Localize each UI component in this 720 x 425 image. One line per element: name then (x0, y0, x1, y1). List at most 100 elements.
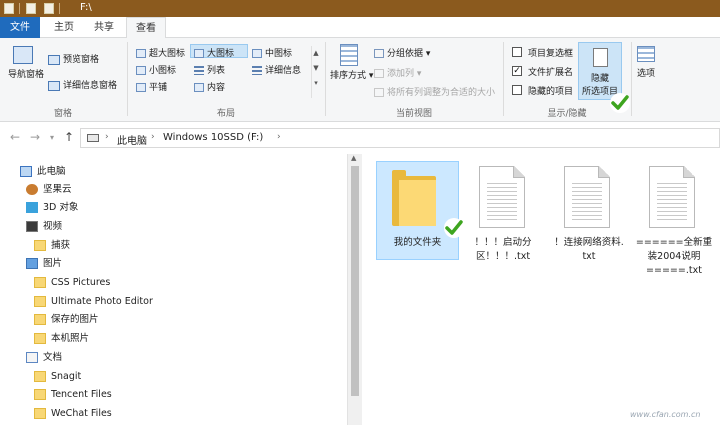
scroll-up-icon[interactable]: ▲ (351, 154, 356, 162)
nav-item-3d-objects[interactable]: 3D 对象 (26, 199, 78, 216)
nav-item-label: 坚果云 (43, 184, 72, 195)
check-annotation-icon (444, 218, 464, 238)
documents-icon (26, 352, 38, 363)
options-label: 选项 (636, 69, 655, 79)
file-name-line: ======全新重 (635, 237, 713, 248)
gallery-expand-icon[interactable]: ▾ (312, 76, 320, 91)
size-columns-icon (374, 88, 384, 97)
nav-item-this-pc[interactable]: 此电脑 (20, 163, 66, 180)
file-name-line: ！！！启动分 (474, 237, 532, 248)
details-pane-button[interactable]: 详细信息窗格 (48, 78, 117, 91)
back-icon[interactable]: ← (10, 130, 20, 144)
navigation-pane-button[interactable]: 导航窗格 (8, 46, 44, 82)
preview-pane-label: 预览窗格 (63, 55, 100, 65)
medium-icons-button[interactable]: 中图标 (252, 46, 292, 59)
folder-icon (34, 408, 46, 419)
tiles-button[interactable]: 平铺 (136, 80, 167, 93)
details-pane-label: 详细信息窗格 (63, 81, 118, 91)
tab-view[interactable]: 查看 (126, 17, 166, 39)
nav-item-pictures[interactable]: 图片 (26, 255, 62, 272)
nav-item-snagit[interactable]: Snagit (34, 368, 81, 385)
layout-gallery-scroller[interactable]: ▲ ▼ ▾ (311, 46, 320, 98)
gallery-up-icon[interactable]: ▲ (312, 46, 320, 61)
details-button[interactable]: 详细信息 (252, 63, 301, 76)
extra-large-icons-button[interactable]: 超大图标 (136, 46, 185, 59)
group-by-button[interactable]: 分组依据 ▾ (374, 46, 430, 59)
nav-item-nutstore[interactable]: 坚果云 (26, 181, 72, 198)
item-checkboxes-checkbox[interactable] (512, 47, 522, 57)
chevron-right-icon[interactable]: › (277, 132, 281, 142)
nav-item-documents[interactable]: 文档 (26, 349, 62, 366)
properties-icon[interactable] (26, 3, 36, 14)
list-icon (194, 66, 204, 75)
small-icons-button[interactable]: 小图标 (136, 63, 176, 76)
size-all-columns-label: 将所有列调整为合适的大小 (387, 88, 496, 98)
add-columns-button[interactable]: 添加列 ▾ (374, 66, 421, 79)
file-item-reinstall[interactable]: ======全新重 装2004说明 =====.txt (634, 236, 714, 278)
nav-item-label: 捕获 (51, 240, 71, 251)
file-extensions-checkbox[interactable]: ✓ (512, 66, 522, 76)
tab-home[interactable]: 主页 (44, 17, 84, 38)
hide-selected-items-button[interactable]: 隐藏 所选项目 (578, 42, 622, 100)
recent-locations-icon[interactable]: ▾ (50, 133, 54, 142)
hidden-items-label: 隐藏的项目 (528, 87, 574, 97)
list-button[interactable]: 列表 (194, 63, 225, 76)
chevron-right-icon[interactable]: › (105, 132, 109, 142)
breadcrumb-drive-f[interactable]: Windows 10SSD (F:) (163, 132, 263, 143)
preview-pane-button[interactable]: 预览窗格 (48, 52, 99, 65)
folder-icon (34, 333, 46, 344)
nav-pane-scrollbar[interactable]: ▲ (347, 154, 362, 425)
tab-share[interactable]: 共享 (84, 17, 124, 38)
customize-quick-access-icon[interactable] (66, 3, 72, 14)
folder-icon (34, 371, 46, 382)
size-all-columns-button[interactable]: 将所有列调整为合适的大小 (374, 85, 495, 98)
app-icon[interactable] (4, 3, 14, 14)
hidden-items-checkbox[interactable] (512, 85, 522, 95)
new-folder-icon[interactable] (44, 3, 54, 14)
up-icon[interactable]: ↑ (64, 130, 74, 144)
group-by-icon (374, 49, 384, 58)
window-title: F:\ (80, 2, 92, 13)
file-extensions-label: 文件扩展名 (528, 68, 574, 78)
nav-item-videos[interactable]: 视频 (26, 218, 62, 235)
forward-icon[interactable]: → (30, 130, 40, 144)
gallery-down-icon[interactable]: ▼ (312, 61, 320, 76)
watermark: www.cfan.com.cn (630, 410, 701, 419)
text-file-icon[interactable] (479, 166, 525, 228)
folder-icon (34, 314, 46, 325)
folder-icon (34, 389, 46, 400)
breadcrumb-this-pc[interactable]: 此电脑 (117, 132, 147, 147)
pictures-icon (26, 258, 38, 269)
nav-item-tencent-files[interactable]: Tencent Files (34, 386, 112, 403)
nav-item-label: 保存的图片 (51, 314, 99, 325)
nav-item-label: Tencent Files (51, 389, 112, 400)
sort-by-label: 排序方式 (330, 71, 367, 81)
options-icon (637, 46, 655, 62)
file-name: 我的文件夹 (393, 237, 442, 248)
divider (59, 3, 60, 14)
nav-item-camera-roll[interactable]: 本机照片 (34, 330, 89, 347)
sort-by-button[interactable]: 排序方式 ▾ (330, 44, 373, 81)
details-label: 详细信息 (265, 66, 302, 76)
text-file-icon[interactable] (564, 166, 610, 228)
nav-item-saved-pictures[interactable]: 保存的图片 (34, 311, 99, 328)
add-columns-label: 添加列 (387, 69, 415, 79)
chevron-right-icon[interactable]: › (151, 132, 155, 142)
nav-item-ultimate-photo-editor[interactable]: Ultimate Photo Editor (34, 293, 153, 310)
file-item-network[interactable]: ！连接网络资料. txt (549, 236, 629, 264)
tab-file[interactable]: 文件 (0, 17, 40, 38)
text-file-icon[interactable] (649, 166, 695, 228)
file-name-line: ！连接网络资料. (554, 237, 624, 248)
address-bar[interactable]: › 此电脑 › Windows 10SSD (F:) › (80, 128, 720, 148)
options-button[interactable]: 选项 (634, 46, 658, 79)
nav-item-label: 此电脑 (37, 166, 66, 177)
hide-label: 隐藏 (590, 74, 609, 84)
nav-item-label: Ultimate Photo Editor (51, 296, 153, 307)
scrollbar-thumb[interactable] (351, 166, 359, 396)
nav-item-capture[interactable]: 捕获 (34, 237, 70, 254)
content-button[interactable]: 内容 (194, 80, 225, 93)
file-item-partition[interactable]: ！！！启动分 区！！！.txt (465, 236, 541, 264)
nav-item-wechat-files[interactable]: WeChat Files (34, 405, 112, 422)
nav-item-css-pictures[interactable]: CSS Pictures (34, 274, 110, 291)
large-icons-button[interactable]: 大图标 (194, 46, 234, 59)
